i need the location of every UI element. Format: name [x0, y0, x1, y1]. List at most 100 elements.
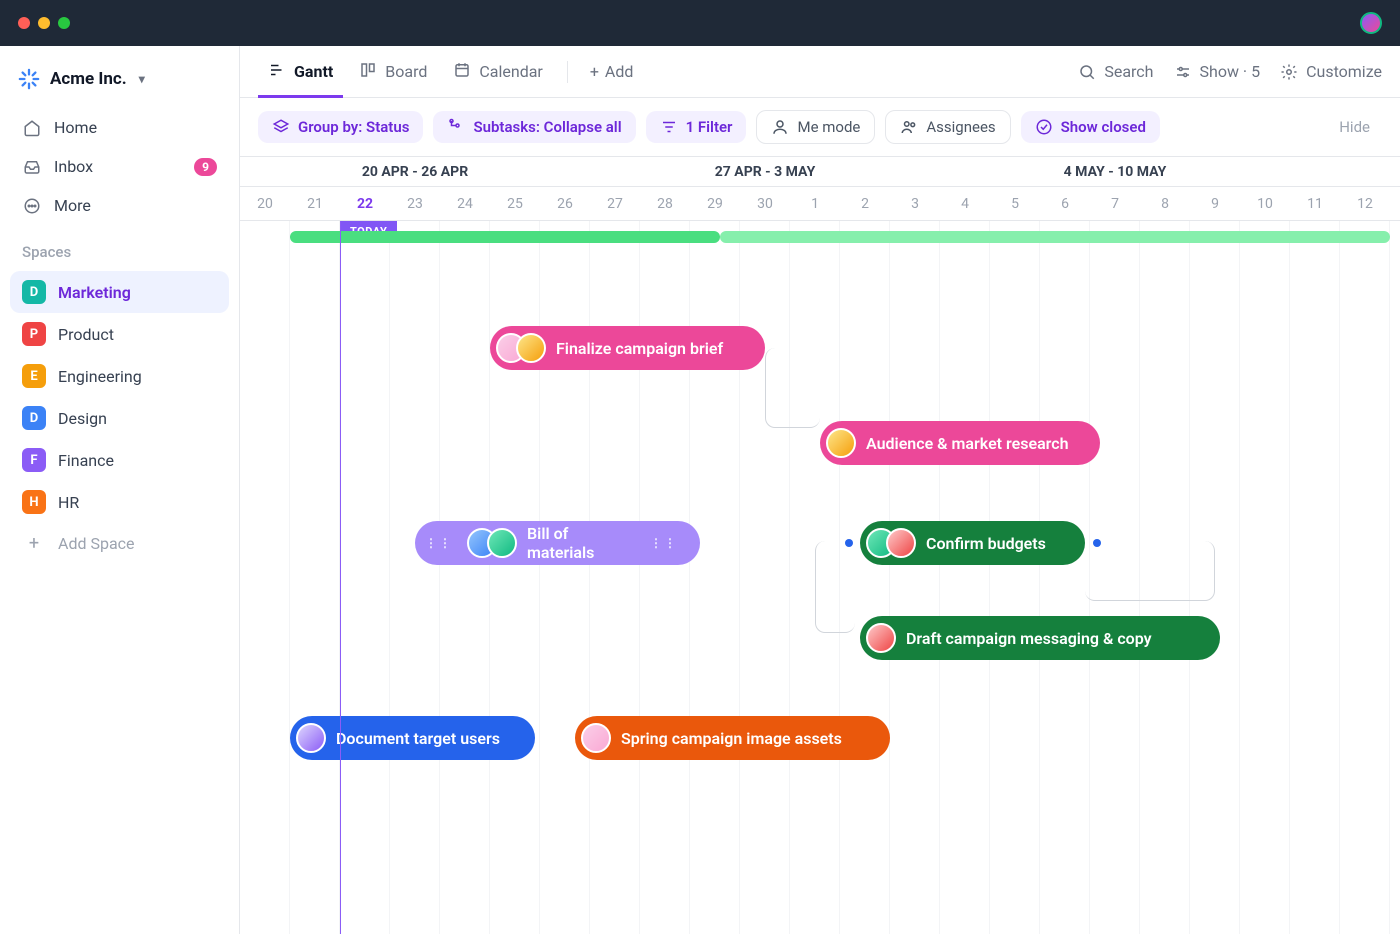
today-line [340, 221, 341, 934]
dependency-line [765, 348, 820, 428]
day-cell[interactable]: 25 [490, 187, 540, 220]
task-bar[interactable]: Finalize campaign brief [490, 326, 765, 370]
day-cell[interactable]: 4 [940, 187, 990, 220]
tab-calendar[interactable]: Calendar [443, 47, 552, 97]
sidebar-space-design[interactable]: DDesign [10, 397, 229, 439]
day-cell[interactable]: 9 [1190, 187, 1240, 220]
gantt-icon [268, 61, 286, 83]
task-bar[interactable]: Spring campaign image assets [575, 716, 890, 760]
show-button[interactable]: Show · 5 [1174, 62, 1261, 81]
day-cell[interactable]: 26 [540, 187, 590, 220]
day-cell[interactable]: 5 [990, 187, 1040, 220]
task-bar[interactable]: Document target users [290, 716, 535, 760]
customize-button[interactable]: Customize [1280, 62, 1382, 81]
day-cell[interactable]: 12 [1340, 187, 1390, 220]
day-cell[interactable]: 29 [690, 187, 740, 220]
day-cell[interactable]: 22 [340, 187, 390, 220]
day-cell[interactable]: 30 [740, 187, 790, 220]
day-cell[interactable]: 11 [1290, 187, 1340, 220]
day-cell[interactable]: 7 [1090, 187, 1140, 220]
space-label: Finance [58, 451, 114, 470]
avatar-group [866, 623, 896, 653]
milestone-dot[interactable] [1093, 539, 1101, 547]
user-avatar[interactable] [1360, 12, 1382, 34]
subtasks-label: Subtasks: Collapse all [473, 118, 621, 136]
logo-icon [18, 68, 40, 90]
sliders-icon [1174, 63, 1192, 81]
person-icon [771, 118, 789, 136]
sidebar: Acme Inc. ▾ Home Inbox 9 More Spaces DMa… [0, 46, 240, 934]
minimize-window-icon[interactable] [38, 17, 50, 29]
gear-icon [1280, 63, 1298, 81]
task-bar[interactable]: Audience & market research [820, 421, 1100, 465]
inbox-count-badge: 9 [194, 158, 217, 176]
day-cell[interactable]: 23 [390, 187, 440, 220]
task-label: Spring campaign image assets [621, 729, 842, 748]
add-view-label: Add [605, 62, 633, 81]
tab-gantt[interactable]: Gantt [258, 47, 343, 97]
chevron-down-icon: ▾ [139, 72, 145, 86]
close-window-icon[interactable] [18, 17, 30, 29]
sidebar-space-engineering[interactable]: EEngineering [10, 355, 229, 397]
tab-board[interactable]: Board [349, 47, 437, 97]
day-cell[interactable]: 3 [890, 187, 940, 220]
drag-handle-icon[interactable]: ⋮⋮ [646, 536, 682, 550]
sidebar-space-marketing[interactable]: DMarketing [10, 271, 229, 313]
assignee-avatar [516, 333, 546, 363]
avatar-group [467, 528, 517, 558]
add-space-button[interactable]: + Add Space [10, 523, 229, 564]
day-cell[interactable]: 10 [1240, 187, 1290, 220]
search-button[interactable]: Search [1078, 62, 1153, 81]
main-content: GanttBoardCalendar + Add Search Show · 5… [240, 46, 1400, 934]
search-label: Search [1104, 62, 1153, 81]
hide-button[interactable]: Hide [1339, 118, 1382, 136]
sidebar-space-product[interactable]: PProduct [10, 313, 229, 355]
filter-pill[interactable]: 1 Filter [646, 111, 747, 143]
day-cell[interactable]: 6 [1040, 187, 1090, 220]
sidebar-space-hr[interactable]: HHR [10, 481, 229, 523]
week-label: 4 MAY - 10 MAY [940, 157, 1290, 186]
day-cell[interactable]: 8 [1140, 187, 1190, 220]
assignees-pill[interactable]: Assignees [885, 110, 1010, 144]
avatar-group [496, 333, 546, 363]
day-cell[interactable]: 1 [790, 187, 840, 220]
task-bar[interactable]: Confirm budgets [860, 521, 1085, 565]
filter-icon [660, 118, 678, 136]
task-label: Audience & market research [866, 434, 1069, 453]
milestone-dot[interactable] [845, 539, 853, 547]
show-closed-pill[interactable]: Show closed [1021, 111, 1160, 143]
more-icon [22, 197, 42, 215]
day-cell[interactable]: 2 [840, 187, 890, 220]
assignees-label: Assignees [926, 118, 995, 136]
task-label: Draft campaign messaging & copy [906, 629, 1152, 648]
sidebar-space-finance[interactable]: F Finance [10, 439, 229, 481]
assignee-avatar [487, 528, 517, 558]
day-cell[interactable]: 24 [440, 187, 490, 220]
day-cell[interactable]: 20 [240, 187, 290, 220]
workspace-switcher[interactable]: Acme Inc. ▾ [10, 60, 229, 108]
gantt-chart[interactable]: TODAY Finalize campaign briefAudience & … [240, 221, 1400, 934]
day-cell[interactable]: 28 [640, 187, 690, 220]
show-label: Show · 5 [1200, 62, 1261, 81]
day-cell[interactable]: 21 [290, 187, 340, 220]
me-mode-pill[interactable]: Me mode [756, 110, 875, 144]
plus-icon: + [22, 533, 46, 554]
maximize-window-icon[interactable] [58, 17, 70, 29]
avatar-group [296, 723, 326, 753]
day-cell[interactable]: 27 [590, 187, 640, 220]
nav-home[interactable]: Home [10, 108, 229, 147]
nav-inbox[interactable]: Inbox 9 [10, 147, 229, 186]
view-tabs: GanttBoardCalendar + Add Search Show · 5… [240, 46, 1400, 98]
nav-more-label: More [54, 196, 91, 215]
add-view-button[interactable]: + Add [582, 62, 642, 81]
check-circle-icon [1035, 118, 1053, 136]
space-icon: F [22, 448, 46, 472]
dependency-line [815, 541, 855, 633]
avatar-group [826, 428, 856, 458]
group-by-pill[interactable]: Group by: Status [258, 111, 423, 143]
task-bar[interactable]: ⋮⋮Bill of materials⋮⋮ [415, 521, 700, 565]
drag-handle-icon[interactable]: ⋮⋮ [421, 536, 457, 550]
task-bar[interactable]: Draft campaign messaging & copy [860, 616, 1220, 660]
subtasks-pill[interactable]: Subtasks: Collapse all [433, 111, 635, 143]
nav-more[interactable]: More [10, 186, 229, 225]
